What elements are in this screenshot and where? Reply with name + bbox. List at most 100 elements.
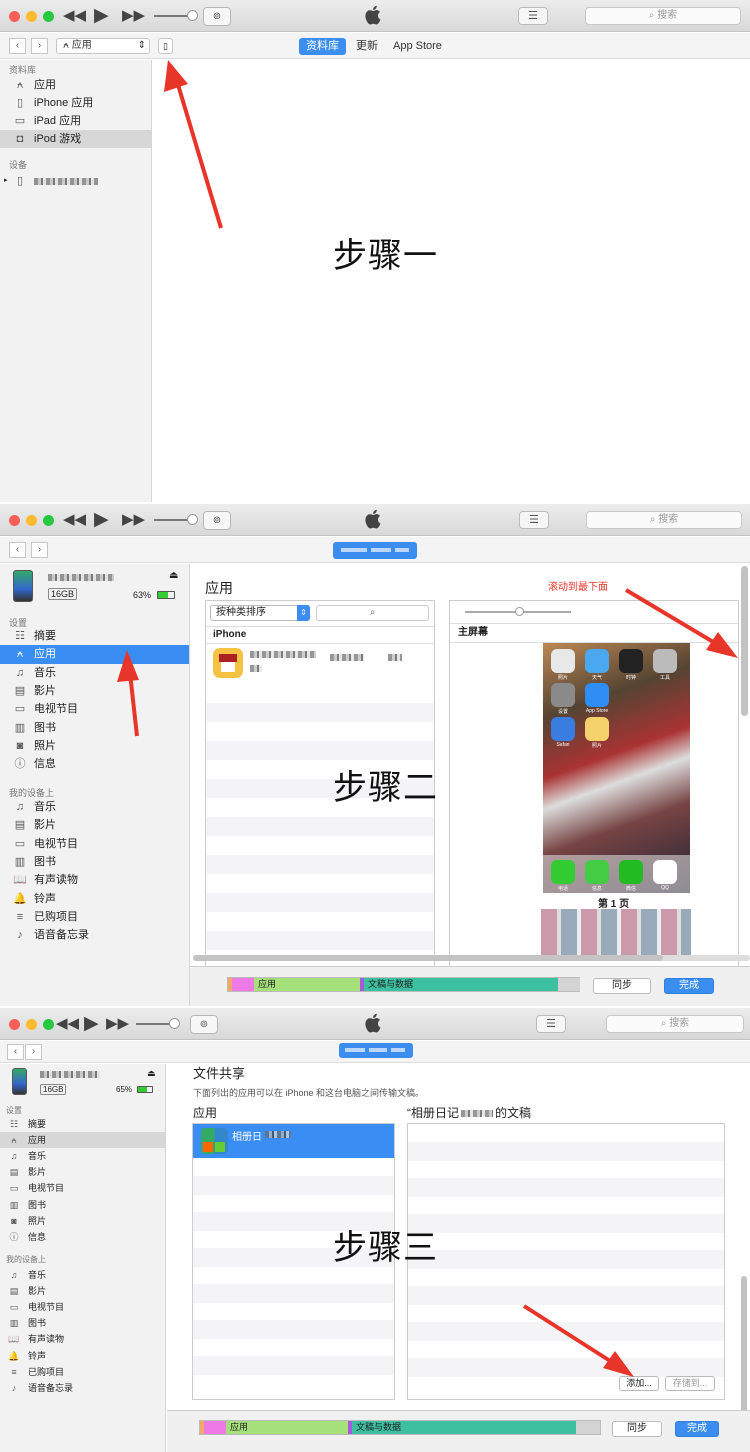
close-window-button[interactable] [9, 1019, 20, 1030]
shared-app-row[interactable]: 相册日 [193, 1124, 394, 1158]
minimize-window-button[interactable] [26, 515, 37, 526]
search-input[interactable]: ⌕ 搜索 [585, 7, 741, 25]
sidebar-item-2[interactable]: ♫ 音乐 [0, 1148, 165, 1164]
eject-icon[interactable]: ⏏ [147, 1068, 156, 1079]
app-search-input[interactable]: ⌕ [316, 605, 429, 621]
search-input[interactable]: ⌕ 搜索 [606, 1015, 744, 1033]
sidebar-item-6[interactable]: ◙ 照片 [0, 737, 189, 755]
home-app-icon[interactable]: 天气 [585, 649, 609, 681]
sidebar-item-4[interactable]: 📖 有声读物 [0, 1331, 165, 1347]
eject-icon[interactable]: ⏏ [169, 570, 178, 581]
fast-forward-icon[interactable]: ▶▶ [122, 4, 145, 28]
forward-button[interactable]: › [25, 1044, 42, 1060]
search-input[interactable]: ⌕ 搜索 [586, 511, 742, 529]
play-icon[interactable]: ▶ [94, 4, 109, 28]
airplay-icon[interactable]: ⊚ [190, 1015, 218, 1034]
volume-slider[interactable] [154, 10, 198, 21]
rewind-icon[interactable]: ◀◀ [56, 1012, 79, 1036]
list-view-button[interactable]: ☰ [519, 511, 549, 529]
dock-app-icon[interactable]: 电话 [551, 860, 575, 892]
back-button[interactable]: ‹ [9, 542, 26, 558]
sidebar-item-5[interactable]: ▥ 图书 [0, 719, 189, 737]
dock-app-icon[interactable]: QQ [653, 860, 677, 891]
home-app-icon[interactable]: App Store [585, 683, 609, 714]
icon-size-slider[interactable] [465, 607, 571, 616]
home-app-icon[interactable]: 照片 [551, 649, 575, 681]
sidebar-item-3[interactable]: ▥ 图书 [0, 853, 189, 871]
sidebar-item-5[interactable]: 🔔 铃声 [0, 1348, 165, 1364]
sidebar-item-5[interactable]: ▥ 图书 [0, 1197, 165, 1213]
tab-library[interactable]: 资料库 [299, 38, 346, 55]
sidebar-item-0[interactable]: ♫ 音乐 [0, 1267, 165, 1283]
sidebar-item-2[interactable]: ▭ 电视节目 [0, 835, 189, 853]
sidebar-item-0[interactable]: ☷ 摘要 [0, 1116, 165, 1132]
done-button[interactable]: 完成 [675, 1421, 719, 1437]
list-view-button[interactable]: ☰ [536, 1015, 566, 1033]
zoom-window-button[interactable] [43, 515, 54, 526]
sidebar-item-1[interactable]: ⍲ 应用 [0, 645, 189, 664]
tab-updates[interactable]: 更新 [349, 38, 385, 55]
minimize-window-button[interactable] [26, 11, 37, 22]
save-to-button[interactable]: 存储到... [665, 1376, 715, 1391]
list-view-button[interactable]: ☰ [518, 7, 548, 25]
sidebar-item-7[interactable]: ⓘ 信息 [0, 1229, 165, 1245]
sidebar-item-apps[interactable]: ⍲ 应用 [0, 76, 151, 94]
rewind-icon[interactable]: ◀◀ [63, 4, 86, 28]
sidebar-item-4[interactable]: 📖 有声读物 [0, 871, 189, 889]
sidebar-item-7[interactable]: ♪ 语音备忘录 [0, 1380, 165, 1396]
sidebar-item-3[interactable]: ▤ 影片 [0, 1164, 165, 1180]
media-type-select[interactable]: ⍲ 应用 ⇕ [56, 38, 150, 54]
storage-bar[interactable]: 应用 文稿与数据 [227, 977, 580, 992]
sidebar-item-6[interactable]: ≡ 已购项目 [0, 908, 189, 926]
vertical-scrollbar[interactable] [741, 566, 748, 716]
sidebar-item-2[interactable]: ♫ 音乐 [0, 664, 189, 682]
page-2-preview[interactable] [541, 909, 691, 955]
play-icon[interactable]: ▶ [94, 508, 109, 532]
rewind-icon[interactable]: ◀◀ [63, 508, 86, 532]
sidebar-item-3[interactable]: ▤ 影片 [0, 682, 189, 700]
sidebar-item-iphone-apps[interactable]: ▯ iPhone 应用 [0, 94, 151, 112]
sidebar-item-ipod-games[interactable]: ◘ iPod 游戏 [0, 130, 151, 148]
sync-button[interactable]: 同步 [612, 1421, 662, 1437]
volume-slider[interactable] [154, 514, 198, 525]
add-button[interactable]: 添加... [619, 1376, 659, 1391]
app-row[interactable] [206, 645, 434, 681]
sidebar-item-ipad-apps[interactable]: ▭ iPad 应用 [0, 112, 151, 130]
home-app-icon[interactable]: 照片 [585, 717, 609, 749]
close-window-button[interactable] [9, 11, 20, 22]
sidebar-item-7[interactable]: ⓘ 信息 [0, 755, 189, 773]
play-icon[interactable]: ▶ [84, 1012, 99, 1036]
forward-button[interactable]: › [31, 542, 48, 558]
dock-app-icon[interactable]: 信息 [585, 860, 609, 892]
sidebar-item-4[interactable]: ▭ 电视节目 [0, 1180, 165, 1196]
device-name-badge[interactable] [339, 1043, 413, 1058]
volume-slider[interactable] [136, 1018, 180, 1029]
sidebar-item-6[interactable]: ≡ 已购项目 [0, 1364, 165, 1380]
fast-forward-icon[interactable]: ▶▶ [122, 508, 145, 532]
zoom-window-button[interactable] [43, 11, 54, 22]
done-button[interactable]: 完成 [664, 978, 714, 994]
horizontal-scrollbar[interactable] [193, 955, 750, 961]
home-screen-preview[interactable]: 照片 天气 时钟 工具 设置 App Store Safari 照片 电话 信息 微信 QQ [543, 643, 690, 893]
airplay-icon[interactable]: ⊚ [203, 511, 231, 530]
sync-button[interactable]: 同步 [593, 978, 651, 994]
forward-button[interactable]: › [31, 38, 48, 54]
home-app-icon[interactable]: 时钟 [619, 649, 643, 681]
sidebar-item-7[interactable]: ♪ 语音备忘录 [0, 926, 189, 944]
home-app-icon[interactable]: Safari [551, 717, 575, 748]
sidebar-item-1[interactable]: ⍲ 应用 [0, 1132, 165, 1149]
airplay-icon[interactable]: ⊚ [203, 7, 231, 26]
sidebar-item-4[interactable]: ▭ 电视节目 [0, 700, 189, 718]
device-name-badge[interactable] [333, 542, 417, 559]
dock-app-icon[interactable]: 微信 [619, 860, 643, 892]
sidebar-item-device[interactable]: ▸ ▯ [0, 172, 151, 190]
device-button[interactable]: ▯ [158, 38, 173, 54]
sidebar-item-6[interactable]: ◙ 照片 [0, 1213, 165, 1229]
sidebar-item-1[interactable]: ▤ 影片 [0, 816, 189, 834]
back-button[interactable]: ‹ [7, 1044, 24, 1060]
sidebar-item-0[interactable]: ♫ 音乐 [0, 798, 189, 816]
sidebar-item-1[interactable]: ▤ 影片 [0, 1283, 165, 1299]
sidebar-item-0[interactable]: ☷ 摘要 [0, 627, 189, 645]
home-app-icon[interactable]: 设置 [551, 683, 575, 715]
minimize-window-button[interactable] [26, 1019, 37, 1030]
